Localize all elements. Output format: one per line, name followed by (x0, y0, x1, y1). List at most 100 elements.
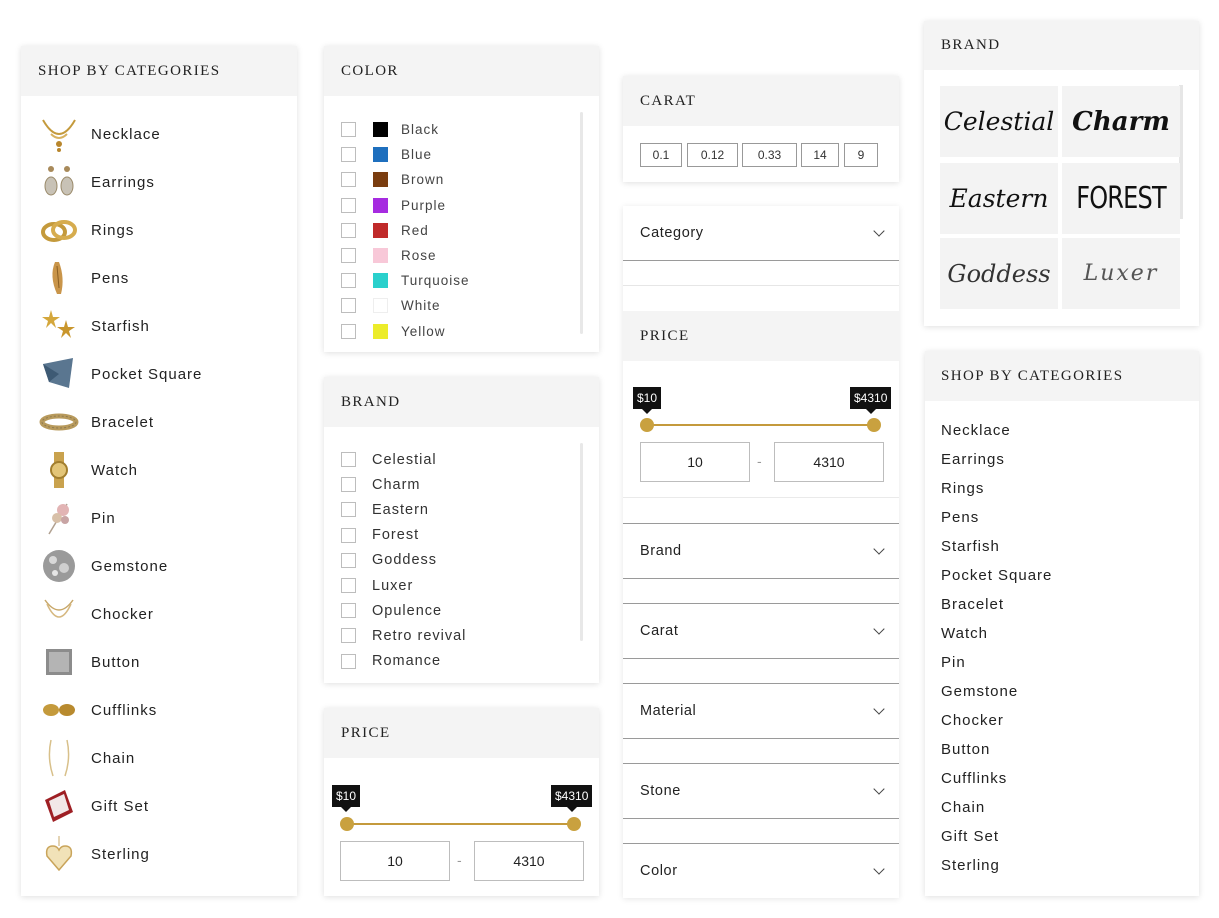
brand-option-forest[interactable]: Forest (341, 523, 599, 548)
category-link[interactable]: Bracelet (925, 590, 1199, 619)
category-item-chocker[interactable]: Chocker (21, 590, 297, 638)
brand-option-charm[interactable]: Charm (341, 472, 599, 497)
brand-option-celestial[interactable]: Celestial (341, 447, 599, 472)
brand-logo-text: Luxer (1083, 261, 1159, 286)
filter-material-row[interactable]: Material (623, 684, 899, 739)
category-link[interactable]: Chocker (925, 706, 1199, 735)
category-item-starfish[interactable]: Starfish (21, 302, 297, 350)
category-link[interactable]: Necklace (925, 416, 1199, 445)
checkbox[interactable] (341, 628, 356, 644)
category-item-rings[interactable]: Rings (21, 206, 297, 254)
color-option-turquoise[interactable]: Turquoise (341, 268, 599, 293)
price-max-handle[interactable] (867, 418, 881, 432)
category-item-sterling[interactable]: Sterling (21, 830, 297, 878)
category-item-chain[interactable]: Chain (21, 734, 297, 782)
price-max-input[interactable]: 4310 (474, 841, 584, 881)
necklace-icon (39, 114, 79, 154)
category-link[interactable]: Earrings (925, 445, 1199, 474)
checkbox[interactable] (341, 527, 356, 543)
category-link[interactable]: Pens (925, 503, 1199, 532)
price-min-handle[interactable] (640, 418, 654, 432)
brand-option-luxer[interactable]: Luxer (341, 573, 599, 598)
checkbox[interactable] (341, 502, 356, 518)
category-item-pin[interactable]: Pin (21, 494, 297, 542)
category-link[interactable]: Chain (925, 793, 1199, 822)
color-option-white[interactable]: White (341, 293, 599, 318)
price-slider-track[interactable] (646, 424, 874, 426)
color-option-yellow[interactable]: Yellow (341, 319, 599, 344)
brand-logo-forest[interactable]: FOREST (1062, 163, 1180, 234)
category-item-earrings[interactable]: Earrings (21, 158, 297, 206)
category-link[interactable]: Gemstone (925, 677, 1199, 706)
category-link[interactable]: Sterling (925, 851, 1199, 880)
category-link[interactable]: Rings (925, 474, 1199, 503)
brand-list-scrollbar[interactable] (580, 443, 583, 641)
brand-logo-luxer[interactable]: Luxer (1062, 238, 1180, 309)
checkbox[interactable] (341, 172, 356, 188)
brand-logo-celestial[interactable]: Celestial (940, 86, 1058, 157)
category-link[interactable]: Pin (925, 648, 1199, 677)
carat-option[interactable]: 0.1 (640, 143, 682, 167)
checkbox[interactable] (341, 477, 356, 493)
price-slider-track[interactable] (347, 823, 574, 825)
carat-option[interactable]: 14 (801, 143, 839, 167)
checkbox[interactable] (341, 147, 356, 163)
checkbox[interactable] (341, 578, 356, 594)
brand-option-label: Retro revival (372, 627, 467, 644)
category-link[interactable]: Starfish (925, 532, 1199, 561)
carat-option[interactable]: 0.12 (687, 143, 738, 167)
category-item-watch[interactable]: Watch (21, 446, 297, 494)
price-max-handle[interactable] (567, 817, 581, 831)
brand-logo-goddess[interactable]: Goddess (940, 238, 1058, 309)
color-option-rose[interactable]: Rose (341, 243, 599, 268)
color-option-black[interactable]: Black (341, 117, 599, 142)
filter-color-row[interactable]: Color (623, 844, 899, 898)
category-item-pocket-square[interactable]: Pocket Square (21, 350, 297, 398)
brand-option-eastern[interactable]: Eastern (341, 497, 599, 522)
filter-stone-row[interactable]: Stone (623, 764, 899, 819)
brand-logo-eastern[interactable]: Eastern (940, 163, 1058, 234)
brand-logo-charm[interactable]: Charm (1062, 86, 1180, 157)
checkbox[interactable] (341, 197, 356, 213)
color-option-purple[interactable]: Purple (341, 193, 599, 218)
brand-option-opulence[interactable]: Opulence (341, 598, 599, 623)
price-max-input[interactable]: 4310 (774, 442, 884, 482)
category-link[interactable]: Button (925, 735, 1199, 764)
category-item-gift-set[interactable]: Gift Set (21, 782, 297, 830)
brand-option-retro-revival[interactable]: Retro revival (341, 623, 599, 648)
filter-brand-row[interactable]: Brand (623, 523, 899, 579)
price-min-handle[interactable] (340, 817, 354, 831)
checkbox[interactable] (341, 323, 356, 339)
checkbox[interactable] (341, 298, 356, 314)
checkbox[interactable] (341, 653, 356, 669)
category-link[interactable]: Cufflinks (925, 764, 1199, 793)
carat-option[interactable]: 9 (844, 143, 878, 167)
category-item-bracelet[interactable]: Bracelet (21, 398, 297, 446)
category-link[interactable]: Gift Set (925, 822, 1199, 851)
carat-option[interactable]: 0.33 (742, 143, 797, 167)
category-item-gemstone[interactable]: Gemstone (21, 542, 297, 590)
category-item-pens[interactable]: Pens (21, 254, 297, 302)
checkbox[interactable] (341, 222, 356, 238)
brand-option-goddess[interactable]: Goddess (341, 548, 599, 573)
checkbox[interactable] (341, 552, 356, 568)
color-option-brown[interactable]: Brown (341, 167, 599, 192)
filter-category-row[interactable]: Category (623, 206, 899, 261)
filter-carat-row[interactable]: Carat (623, 604, 899, 659)
price-min-input[interactable]: 10 (340, 841, 450, 881)
brand-option-romance[interactable]: Romance (341, 649, 599, 674)
color-option-red[interactable]: Red (341, 218, 599, 243)
color-list-scrollbar[interactable] (580, 112, 583, 334)
checkbox[interactable] (341, 122, 356, 138)
price-min-input[interactable]: 10 (640, 442, 750, 482)
category-item-cufflinks[interactable]: Cufflinks (21, 686, 297, 734)
category-item-necklace[interactable]: Necklace (21, 110, 297, 158)
category-item-button[interactable]: Button (21, 638, 297, 686)
color-option-blue[interactable]: Blue (341, 142, 599, 167)
checkbox[interactable] (341, 248, 356, 264)
category-link[interactable]: Pocket Square (925, 561, 1199, 590)
checkbox[interactable] (341, 603, 356, 619)
checkbox[interactable] (341, 273, 356, 289)
category-link[interactable]: Watch (925, 619, 1199, 648)
checkbox[interactable] (341, 452, 356, 468)
